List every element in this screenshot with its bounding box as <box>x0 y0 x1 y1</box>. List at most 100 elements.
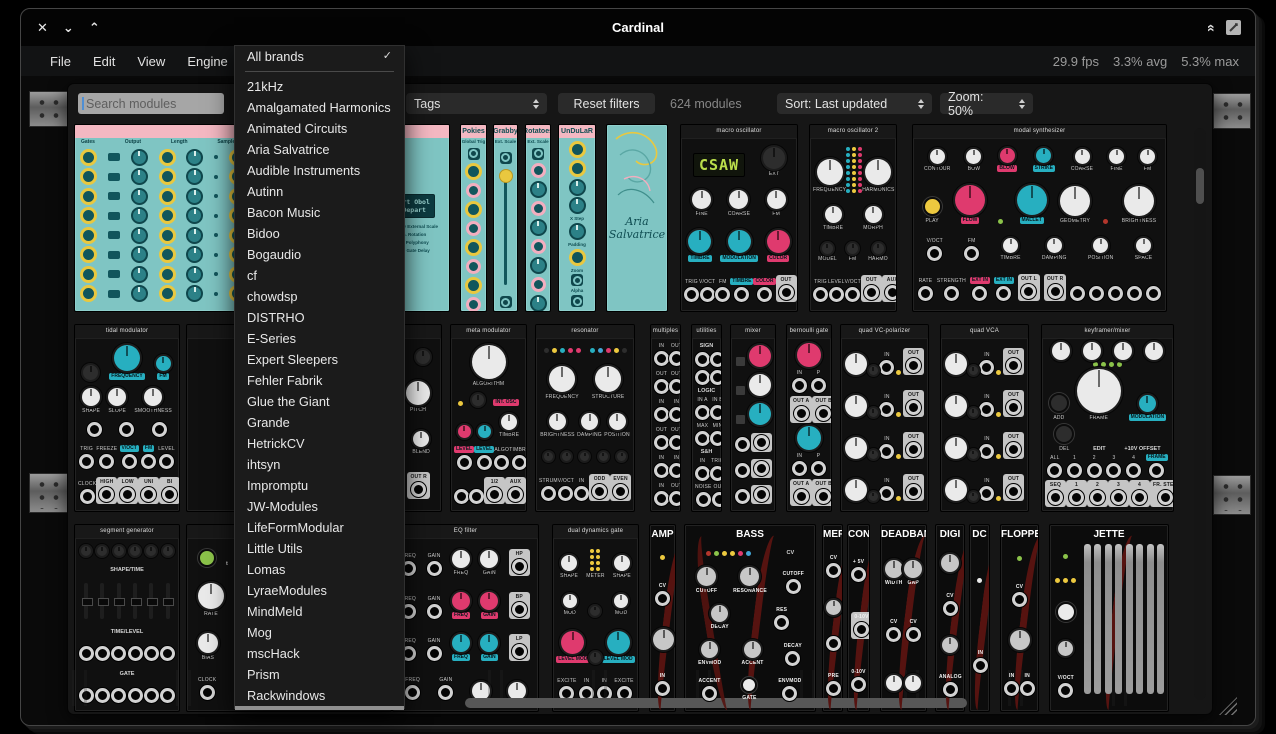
control-label: MODEL <box>818 256 837 262</box>
module-card[interactable]: JETTEV/OCT <box>1049 524 1169 712</box>
brand-menu-item[interactable]: Bogaudio <box>235 244 404 265</box>
corner-tool-icon[interactable] <box>1226 20 1241 35</box>
module-card[interactable]: FLOPPERCVININ <box>1000 524 1039 712</box>
aria-control-icon <box>214 155 218 159</box>
jack-panel: 1 <box>1066 480 1087 507</box>
menu-item-engine[interactable]: Engine <box>176 54 238 69</box>
module-control <box>797 426 821 450</box>
knob-icon <box>83 365 98 380</box>
module-card[interactable]: keyframer/mixerADDFRAMEMODULATIONDELEDIT… <box>1041 324 1174 512</box>
brand-menu-item[interactable]: Amalgamated Harmonics <box>235 97 404 118</box>
aria-control-icon <box>80 149 97 166</box>
module-control: OUT B <box>812 479 832 506</box>
vertical-scrollbar[interactable] <box>1194 128 1206 700</box>
resize-grip[interactable] <box>1219 697 1237 715</box>
brand-menu-item[interactable]: ihtsyn <box>235 454 404 475</box>
brand-menu-item[interactable]: DISTRHO <box>235 307 404 328</box>
brand-menu-item[interactable]: Bidoo <box>235 223 404 244</box>
module-card[interactable]: resonatorFREQUENCYSTRUCTUREBRIGHTNESSDAM… <box>535 324 635 512</box>
module-card[interactable]: quad VCAINOUTINOUTINOUTINOUT <box>940 324 1029 512</box>
knob-icon <box>108 388 126 406</box>
sort-select[interactable]: Sort: Last updated <box>777 93 932 114</box>
brand-menu-item[interactable]: Rackwindows <box>235 685 404 706</box>
module-card[interactable]: dual dynamics gateSHAPEMETERSHAPEMODMODL… <box>552 524 639 712</box>
brand-menu-item[interactable]: JW-Modules <box>235 496 404 517</box>
module-card[interactable]: PokiesGlobal Trig <box>460 124 487 312</box>
module-card[interactable]: utilitiesSIGNLOGICIN AIN BMAXMINS&HINTRI… <box>691 324 722 512</box>
module-card[interactable]: macro oscillator 2FREQUENCYHARMONICSTIMB… <box>809 124 897 312</box>
brand-menu-item[interactable]: Audible Instruments <box>235 160 404 181</box>
jack-icon <box>879 444 894 459</box>
brand-menu-item[interactable]: Bacon Music <box>235 202 404 223</box>
module-card[interactable]: meta modulatorALGORITHMINT. OSCTIMBRELEV… <box>450 324 527 512</box>
led-icon <box>996 454 1001 459</box>
jack-icon <box>794 489 809 504</box>
jack-icon <box>95 646 110 661</box>
module-control <box>152 422 167 437</box>
brand-menu-item-all[interactable]: All brands✓ <box>235 46 404 67</box>
module-card[interactable]: mixer <box>730 324 776 512</box>
module-card[interactable]: DEADBANDWIDTHGAPCVCV <box>880 524 927 712</box>
module-card[interactable]: macro oscillatorCSAWEXTFINECOARSEFMTIMBR… <box>680 124 798 312</box>
module-card[interactable]: bernoulli gateINPOUT AOUT BINPOUT AOUT B <box>786 324 832 512</box>
module-card[interactable]: multiplesINOUTOUTOUTININOUTOUTINININOUT <box>650 324 681 512</box>
brand-menu-item[interactable]: E-Series <box>235 328 404 349</box>
brand-menu-item[interactable]: LifeFormModular <box>235 517 404 538</box>
module-card[interactable]: modal synthesizerCONTOURBOWBLOWSTRIKECOA… <box>912 124 1167 312</box>
brand-menu-item[interactable]: MindMeld <box>235 601 404 622</box>
brand-menu-item[interactable]: Animated Circuits <box>235 118 404 139</box>
knob-icon <box>501 414 517 430</box>
control-label: Zoom <box>571 268 583 273</box>
brand-menu-item[interactable]: Fehler Fabrik <box>235 370 404 391</box>
brand-menu-item[interactable]: Lomas <box>235 559 404 580</box>
module-control: V/OCT <box>845 279 861 302</box>
reset-filters-button[interactable]: Reset filters <box>558 93 655 114</box>
module-card[interactable]: DCIN <box>969 524 990 712</box>
brand-menu-item[interactable]: Autinn <box>235 181 404 202</box>
brand-menu-item[interactable]: Little Utils <box>235 538 404 559</box>
titlebar[interactable]: ✕ ⌄ ⌃ Cardinal « <box>21 9 1255 46</box>
module-row <box>1045 342 1170 360</box>
menu-item-file[interactable]: File <box>39 54 82 69</box>
brand-menu-item[interactable]: 21kHz <box>235 76 404 97</box>
brand-menu-item[interactable]: HetrickCV <box>235 433 404 454</box>
module-row <box>539 348 631 353</box>
module-card[interactable]: UnDuLaRX StepPaddingZoomAlpha <box>558 124 596 312</box>
brand-menu-item[interactable]: LyraeModules <box>235 580 404 601</box>
brand-menu-item[interactable]: Prism <box>235 664 404 685</box>
control-label: 3 <box>1112 455 1115 461</box>
module-card[interactable]: CONV+ 5V0-10V0-10V <box>847 524 870 712</box>
module-control: STRIKE <box>1033 148 1055 172</box>
menu-item-edit[interactable]: Edit <box>82 54 126 69</box>
aria-control-icon <box>159 246 176 263</box>
module-card[interactable]: EQ filterFREQGAINFREQGAINHPFREQGAINFREQG… <box>392 524 539 712</box>
brand-menu-item[interactable]: Impromptu <box>235 475 404 496</box>
module-card[interactable]: segment generatorSHAPE/TIMETIME/LEVELGAT… <box>74 524 180 712</box>
brand-menu-item[interactable]: cf <box>235 265 404 286</box>
module-card[interactable]: GrabbyExt. Scale <box>493 124 518 312</box>
module-card[interactable]: RotatoesExt. Scale <box>525 124 551 312</box>
module-card[interactable]: DIGICVANALOG <box>935 524 965 712</box>
module-card[interactable]: BASSCVCUTOFFRESONANCECUTOFFDECAYRESENVMO… <box>684 524 816 712</box>
vertical-scrollbar-thumb[interactable] <box>1196 168 1204 204</box>
module-card[interactable]: quad VC-polarizerINOUTINOUTINOUTINOUT <box>840 324 929 512</box>
module-card[interactable]: AMPCVIN <box>649 524 676 712</box>
brand-menu-item[interactable]: mscHack <box>235 643 404 664</box>
brand-menu-item[interactable]: Mog <box>235 622 404 643</box>
brand-menu-item[interactable]: Expert Sleepers <box>235 349 404 370</box>
module-card[interactable]: tidal modulatorFREQUENCYFMSHAPESLOPESMOO… <box>74 324 180 512</box>
jack-icon <box>111 646 126 661</box>
zoom-select[interactable]: Zoom: 50% <box>940 93 1033 114</box>
module-control <box>458 425 471 438</box>
module-card[interactable]: AriaSalvatrice <box>606 124 668 312</box>
tags-select[interactable]: Tags <box>406 93 547 114</box>
module-card[interactable]: MERACVPRE <box>822 524 843 712</box>
brand-menu-item[interactable]: Aria Salvatrice <box>235 139 404 160</box>
brand-menu-item[interactable]: Glue the Giant <box>235 391 404 412</box>
module-row: CUTOFFRESONANCECUTOFF <box>688 567 812 594</box>
search-input[interactable]: Search modules <box>78 93 224 114</box>
brand-menu-item[interactable]: Grande <box>235 412 404 433</box>
brand-menu-item[interactable]: chowdsp <box>235 286 404 307</box>
menu-item-view[interactable]: View <box>126 54 176 69</box>
collapse-panel-icon[interactable]: « <box>1204 24 1220 32</box>
